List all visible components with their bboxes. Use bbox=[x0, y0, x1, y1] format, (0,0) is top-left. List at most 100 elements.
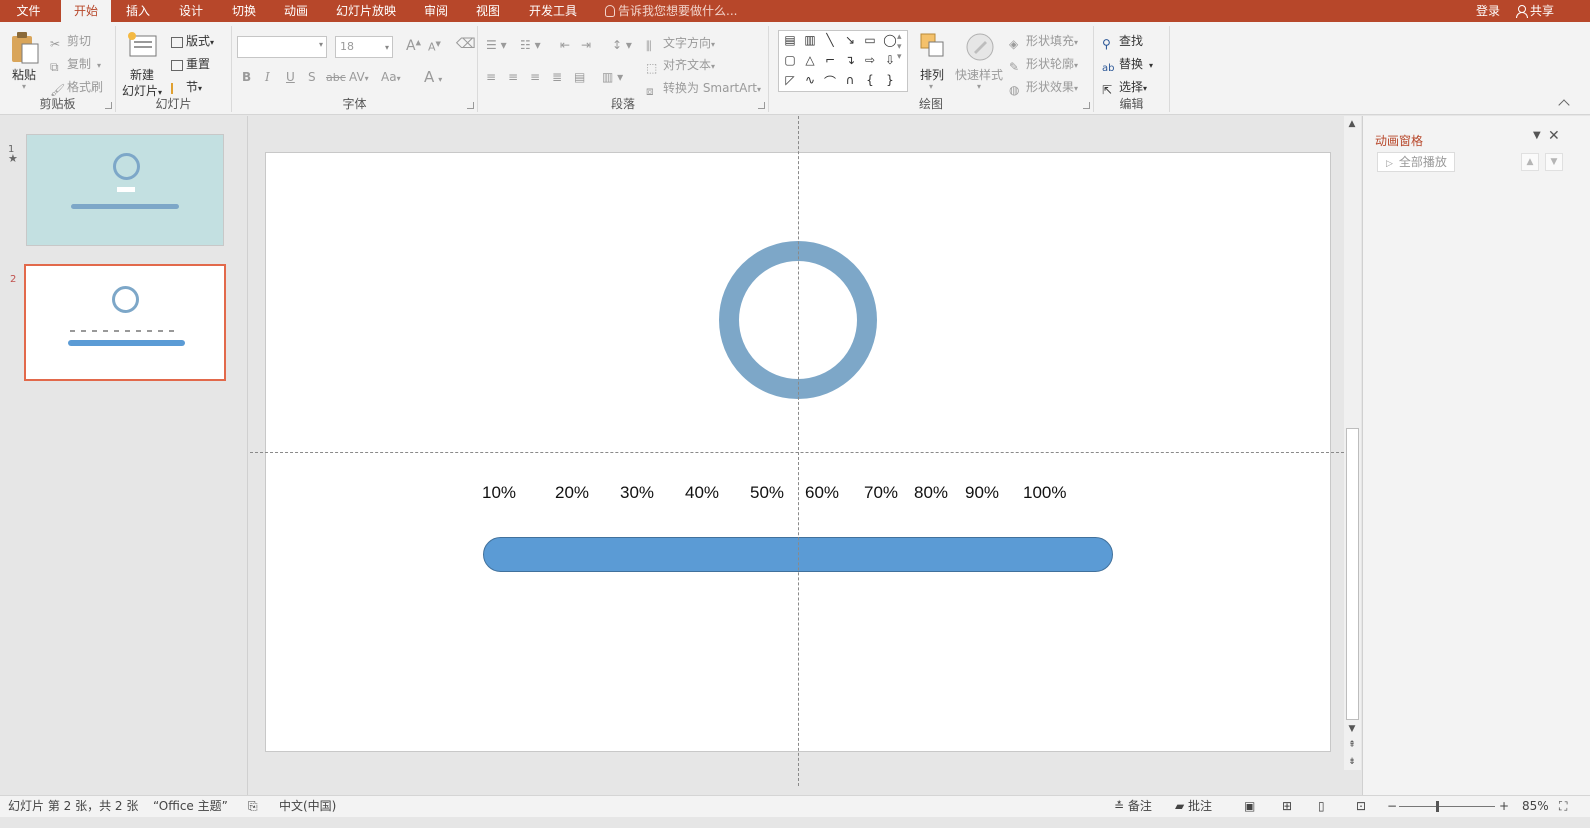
replace-button[interactable]: ab 替换 ▾ bbox=[1102, 55, 1153, 77]
horizontal-guide[interactable] bbox=[250, 452, 1344, 453]
arrange-button[interactable]: 排列 bbox=[920, 66, 944, 83]
quick-styles-button[interactable]: 快速样式 bbox=[955, 66, 1003, 83]
notes-button[interactable]: ≛ 备注 bbox=[1114, 796, 1152, 817]
right-brace-shape-icon[interactable]: } bbox=[881, 73, 899, 87]
numbering-icon[interactable]: ☷ ▾ bbox=[520, 38, 541, 52]
grow-font-button[interactable]: A▲ bbox=[406, 38, 421, 54]
paste-button[interactable]: 粘贴 bbox=[12, 66, 36, 83]
line-spacing-icon[interactable]: ↕ ▾ bbox=[612, 38, 632, 52]
align-right-icon[interactable]: ≡ bbox=[530, 70, 540, 84]
tab-file[interactable]: 文件 bbox=[0, 0, 57, 22]
language-indicator[interactable]: 中文(中国) bbox=[279, 796, 336, 817]
section-button[interactable]: 节▾ bbox=[171, 78, 202, 95]
move-up-icon[interactable]: ▲ bbox=[1521, 153, 1539, 171]
shrink-font-button[interactable]: A▼ bbox=[428, 40, 441, 54]
copy-button[interactable]: ⧉ 复制 ▾ bbox=[50, 55, 101, 74]
tab-animations[interactable]: 动画 bbox=[272, 0, 320, 22]
rounded-rect-shape-icon[interactable]: ▢ bbox=[781, 53, 799, 67]
next-slide-icon[interactable]: ⇟ bbox=[1347, 757, 1357, 767]
percent-label-20[interactable]: 20% bbox=[555, 483, 589, 503]
reading-view-icon[interactable]: ▯ bbox=[1318, 796, 1325, 817]
percent-label-100[interactable]: 100% bbox=[1023, 483, 1066, 503]
previous-slide-icon[interactable]: ⇞ bbox=[1347, 740, 1357, 750]
paragraph-launcher[interactable] bbox=[758, 102, 765, 109]
drawing-launcher[interactable] bbox=[1083, 102, 1090, 109]
scrollbar-thumb[interactable] bbox=[1346, 428, 1359, 720]
curve-shape-icon[interactable]: ∩ bbox=[841, 73, 859, 87]
tab-review[interactable]: 审阅 bbox=[412, 0, 460, 22]
gallery-more-icon[interactable]: ▴ ▾ ▾ bbox=[897, 32, 902, 62]
tab-developer[interactable]: 开发工具 bbox=[517, 0, 589, 22]
zoom-slider[interactable] bbox=[1399, 806, 1495, 807]
comments-button[interactable]: ▰ 批注 bbox=[1175, 796, 1212, 817]
normal-view-icon[interactable]: ▣ bbox=[1244, 796, 1255, 817]
find-button[interactable]: ⚲ 查找 bbox=[1102, 32, 1143, 51]
arrange-dropdown-arrow[interactable]: ▾ bbox=[929, 82, 933, 91]
shape-outline-button[interactable]: ✎ 形状轮廓▾ bbox=[1009, 55, 1078, 74]
change-case-button[interactable]: Aa▾ bbox=[381, 70, 401, 84]
slide-thumbnail-2[interactable] bbox=[24, 264, 226, 381]
percent-label-60[interactable]: 60% bbox=[805, 483, 839, 503]
font-color-button[interactable]: A ▾ bbox=[424, 68, 442, 86]
columns-icon[interactable]: ▥ ▾ bbox=[602, 70, 623, 84]
percent-label-10[interactable]: 10% bbox=[482, 483, 516, 503]
justify-icon[interactable]: ≣ bbox=[552, 70, 562, 84]
tab-insert[interactable]: 插入 bbox=[114, 0, 162, 22]
quick-styles-dropdown-arrow[interactable]: ▾ bbox=[977, 82, 981, 91]
underline-button[interactable]: U bbox=[286, 70, 295, 84]
font-name-input[interactable]: ▾ bbox=[237, 36, 327, 58]
close-icon[interactable]: ✕ bbox=[1548, 128, 1560, 144]
zoom-out-icon[interactable]: − bbox=[1387, 796, 1397, 817]
decrease-indent-icon[interactable]: ⇤ bbox=[560, 38, 570, 52]
fit-to-window-icon[interactable]: ⛶ bbox=[1559, 796, 1567, 817]
shapes-gallery[interactable]: ▤ ▥ ╲ ↘ ▭ ◯ ▢ △ ⌐ ↴ ⇨ ⇩ ◸ ∿ ⌒ ∩ { } bbox=[778, 30, 908, 92]
clear-format-icon[interactable]: ⌫ bbox=[456, 36, 476, 52]
clipboard-launcher[interactable] bbox=[105, 102, 112, 109]
align-left-icon[interactable]: ≡ bbox=[486, 70, 496, 84]
freeform-shape-icon[interactable]: ◸ bbox=[781, 73, 799, 87]
move-down-icon[interactable]: ▼ bbox=[1545, 153, 1563, 171]
login-link[interactable]: 登录 bbox=[1476, 0, 1500, 22]
new-slide-button-line1[interactable]: 新建 bbox=[130, 66, 154, 83]
cut-button[interactable]: ✂ 剪切 bbox=[50, 32, 91, 51]
font-launcher[interactable] bbox=[467, 102, 474, 109]
zoom-slider-handle[interactable] bbox=[1436, 801, 1439, 812]
tab-transitions[interactable]: 切换 bbox=[220, 0, 268, 22]
reset-button[interactable]: 重置 bbox=[171, 55, 210, 72]
slide-thumbnail-1[interactable] bbox=[26, 134, 224, 246]
percent-label-40[interactable]: 40% bbox=[685, 483, 719, 503]
share-button[interactable]: 共享 bbox=[1516, 0, 1554, 22]
percent-label-80[interactable]: 80% bbox=[914, 483, 948, 503]
percent-label-50[interactable]: 50% bbox=[750, 483, 784, 503]
collapse-ribbon-icon[interactable] bbox=[1558, 99, 1570, 111]
slideshow-view-icon[interactable]: ⊡ bbox=[1356, 796, 1366, 817]
tab-view[interactable]: 视图 bbox=[464, 0, 512, 22]
zoom-level[interactable]: 85% bbox=[1522, 796, 1549, 817]
layout-button[interactable]: 版式▾ bbox=[171, 32, 214, 49]
rectangle-shape-icon[interactable]: ▭ bbox=[861, 33, 879, 47]
scribble-shape-icon[interactable]: ∿ bbox=[801, 73, 819, 87]
scroll-up-arrow[interactable]: ▲ bbox=[1347, 119, 1357, 129]
font-size-input[interactable]: 18 ▾ bbox=[335, 36, 393, 58]
percent-label-70[interactable]: 70% bbox=[864, 483, 898, 503]
tab-design[interactable]: 设计 bbox=[167, 0, 215, 22]
align-center-icon[interactable]: ≡ bbox=[508, 70, 518, 84]
increase-indent-icon[interactable]: ⇥ bbox=[581, 38, 591, 52]
percent-label-30[interactable]: 30% bbox=[620, 483, 654, 503]
strikethrough-button[interactable]: abc bbox=[326, 71, 346, 84]
tab-slideshow[interactable]: 幻灯片放映 bbox=[326, 0, 406, 22]
play-all-button[interactable]: ▷ 全部播放 bbox=[1377, 152, 1455, 172]
right-arrow-shape-icon[interactable]: ⇨ bbox=[861, 53, 879, 67]
paste-dropdown-arrow[interactable]: ▾ bbox=[22, 82, 26, 91]
tab-home[interactable]: 开始 bbox=[61, 0, 111, 22]
spellcheck-icon[interactable]: ⎘ bbox=[248, 796, 258, 817]
arc-shape-icon[interactable]: ⌒ bbox=[821, 73, 839, 90]
left-brace-shape-icon[interactable]: { bbox=[861, 73, 879, 87]
arrow-line-shape-icon[interactable]: ↘ bbox=[841, 33, 859, 47]
tell-me-search[interactable]: 告诉我您想要做什么... bbox=[605, 0, 737, 22]
align-text-button[interactable]: ⬚ 对齐文本▾ bbox=[646, 56, 715, 75]
bullets-icon[interactable]: ☰ ▾ bbox=[486, 38, 507, 52]
line-shape-icon[interactable]: ╲ bbox=[821, 33, 839, 47]
vertical-guide[interactable] bbox=[798, 116, 799, 786]
char-spacing-button[interactable]: AV▾ bbox=[349, 70, 369, 84]
